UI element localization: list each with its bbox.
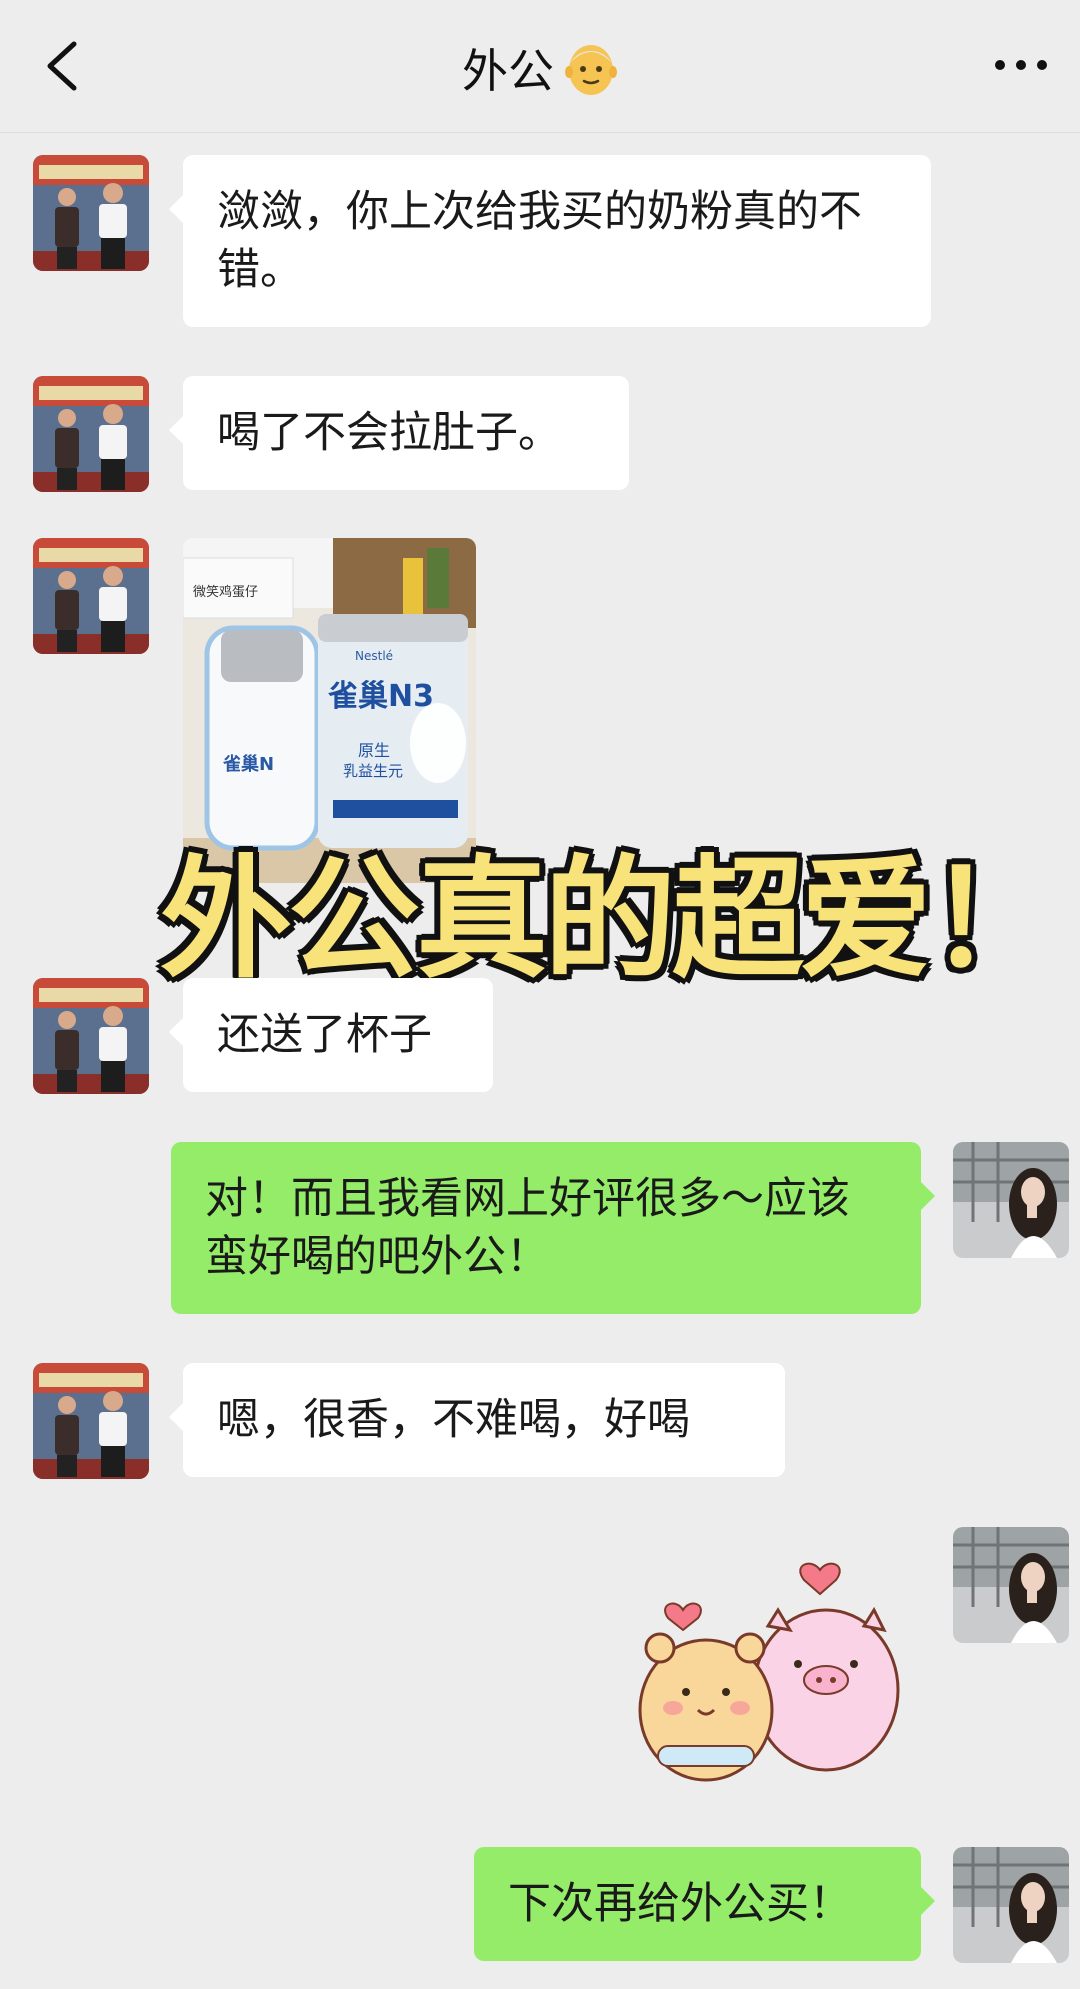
grandpa-avatar[interactable] [33, 538, 149, 654]
grandpa-avatar[interactable] [33, 1363, 149, 1479]
message-bubble[interactable]: 喝了不会拉肚子。 [169, 376, 629, 490]
my-avatar[interactable] [953, 1527, 1069, 1643]
message-bubble[interactable]: 还送了杯子 [169, 978, 493, 1092]
svg-text:微笑鸡蛋仔: 微笑鸡蛋仔 [193, 584, 258, 600]
svg-text:原生: 原生 [358, 741, 390, 760]
overlay-caption: 外公真的超爱！ [160, 843, 1060, 997]
more-dots-icon[interactable] [992, 54, 1050, 76]
message-text: 下次再给外公买！ [508, 1879, 852, 1929]
bear-pig-hearts-sticker[interactable] [628, 1560, 908, 1790]
chat-title: 外公 [462, 44, 554, 98]
message-bubble-mine[interactable]: 对！而且我看网上好评很多～应该蛮好喝的吧外公！ [171, 1142, 935, 1314]
message-text: 还送了杯子 [217, 1010, 432, 1060]
milk-powder-photo[interactable]: 微笑鸡蛋仔 雀巢N Nestlé 雀巢N3 原生 乳益生元 [183, 538, 476, 883]
message-text: 对！而且我看网上好评很多～应该蛮好喝的吧外公！ [205, 1174, 850, 1282]
my-avatar[interactable] [953, 1847, 1069, 1963]
svg-text:乳益生元: 乳益生元 [343, 762, 403, 780]
grandpa-avatar[interactable] [33, 978, 149, 1094]
top-bar: 外公 [0, 0, 1080, 133]
chat-title-group: 外公 [0, 38, 1080, 98]
message-text: 喝了不会拉肚子。 [217, 408, 561, 458]
svg-text:Nestlé: Nestlé [355, 649, 393, 663]
old-man-emoji-icon [565, 45, 617, 95]
message-text: 潋潋，你上次给我买的奶粉真的不错。 [217, 187, 862, 295]
grandpa-avatar[interactable] [33, 155, 149, 271]
message-text: 嗯，很香，不难喝，好喝 [217, 1395, 690, 1445]
message-bubble[interactable]: 嗯，很香，不难喝，好喝 [169, 1363, 785, 1477]
svg-text:雀巢N: 雀巢N [222, 753, 274, 775]
grandpa-avatar[interactable] [33, 376, 149, 492]
my-avatar[interactable] [953, 1142, 1069, 1258]
message-bubble-mine[interactable]: 下次再给外公买！ [474, 1847, 935, 1961]
svg-text:雀巢N3: 雀巢N3 [328, 679, 434, 714]
message-bubble[interactable]: 潋潋，你上次给我买的奶粉真的不错。 [169, 155, 931, 327]
